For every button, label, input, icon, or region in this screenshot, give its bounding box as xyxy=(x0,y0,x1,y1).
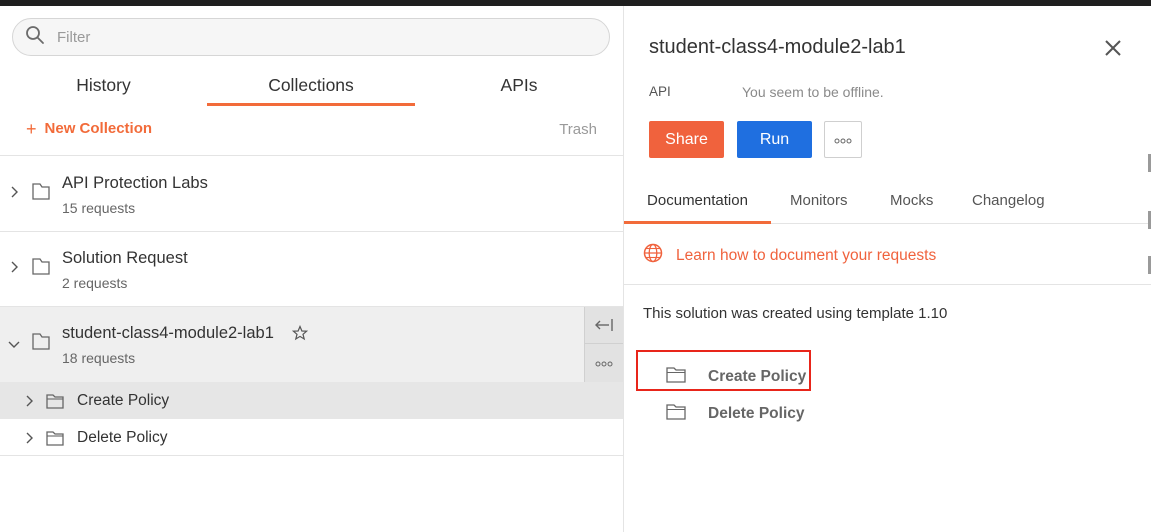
tab-changelog[interactable]: Changelog xyxy=(972,192,1045,209)
close-icon[interactable] xyxy=(1102,37,1124,59)
chevron-right-icon[interactable] xyxy=(8,185,20,198)
run-button[interactable]: Run xyxy=(737,121,812,158)
new-collection-label: New Collection xyxy=(44,120,153,137)
collection-icon xyxy=(32,183,50,200)
collection-item[interactable]: Solution Request 2 requests xyxy=(0,232,623,307)
tab-documentation[interactable]: Documentation xyxy=(624,192,771,224)
tab-mocks[interactable]: Mocks xyxy=(890,192,933,209)
collection-icon xyxy=(32,333,50,350)
doc-folder-name: Create Policy xyxy=(708,368,807,385)
chevron-right-icon[interactable] xyxy=(23,431,35,444)
trash-link[interactable]: Trash xyxy=(559,121,597,138)
share-button[interactable]: Share xyxy=(649,121,724,158)
collection-name: student-class4-module2-lab1 xyxy=(62,324,274,342)
chevron-right-icon[interactable] xyxy=(8,260,20,273)
folder-item[interactable]: Create Policy xyxy=(0,382,623,419)
collection-item[interactable]: API Protection Labs 15 requests xyxy=(0,157,623,232)
learn-docs-label: Learn how to document your requests xyxy=(676,246,937,264)
filter-box[interactable] xyxy=(12,18,610,56)
star-icon[interactable] xyxy=(291,324,309,341)
doc-folder-item[interactable]: Delete Policy xyxy=(644,403,805,425)
search-icon xyxy=(25,25,45,50)
divider xyxy=(624,284,1151,285)
collection-request-count: 18 requests xyxy=(62,350,136,366)
more-icon[interactable] xyxy=(585,345,623,382)
folder-name: Delete Policy xyxy=(77,429,168,446)
doc-folder-name: Delete Policy xyxy=(708,405,805,422)
folder-name: Create Policy xyxy=(77,392,170,409)
collection-icon xyxy=(32,258,50,275)
folder-icon xyxy=(46,430,64,446)
globe-icon xyxy=(642,242,676,269)
sidebar-tabs: History Collections APIs xyxy=(0,70,624,106)
collapse-panel-icon[interactable] xyxy=(585,307,623,344)
folder-icon xyxy=(46,393,64,409)
folder-icon xyxy=(666,403,686,425)
learn-docs-link[interactable]: Learn how to document your requests xyxy=(642,242,936,269)
collection-details-panel: student-class4-module2-lab1 API You seem… xyxy=(624,6,1151,532)
folder-item[interactable]: Delete Policy xyxy=(0,419,623,456)
collection-side-actions xyxy=(584,307,623,382)
tab-monitors[interactable]: Monitors xyxy=(790,192,848,209)
filter-input[interactable] xyxy=(57,28,577,46)
chevron-down-icon[interactable] xyxy=(8,337,20,349)
collection-name: API Protection Labs xyxy=(62,174,208,192)
more-icon xyxy=(834,131,852,149)
collection-request-count: 15 requests xyxy=(62,200,136,216)
offline-status: You seem to be offline. xyxy=(742,84,884,100)
plus-icon: + xyxy=(26,118,37,139)
more-button[interactable] xyxy=(824,121,862,158)
sidebar: History Collections APIs + New Collectio… xyxy=(0,6,624,532)
tab-apis[interactable]: APIs xyxy=(415,70,623,106)
folder-icon xyxy=(666,366,686,388)
collection-item-active[interactable]: student-class4-module2-lab1 18 requests xyxy=(0,307,623,382)
tab-history[interactable]: History xyxy=(0,70,207,106)
tab-collections[interactable]: Collections xyxy=(207,70,415,106)
panel-title: student-class4-module2-lab1 xyxy=(649,36,906,58)
type-label: API xyxy=(649,84,671,99)
panel-tabs: Documentation Monitors Mocks Changelog xyxy=(624,186,1151,224)
doc-folder-item[interactable]: Create Policy xyxy=(644,366,806,388)
collection-description: This solution was created using template… xyxy=(643,305,948,322)
new-collection-button[interactable]: + New Collection xyxy=(26,118,153,139)
collection-name: Solution Request xyxy=(62,249,188,267)
chevron-right-icon[interactable] xyxy=(23,394,35,407)
collections-toolbar: + New Collection Trash xyxy=(0,116,623,156)
collection-request-count: 2 requests xyxy=(62,275,128,291)
